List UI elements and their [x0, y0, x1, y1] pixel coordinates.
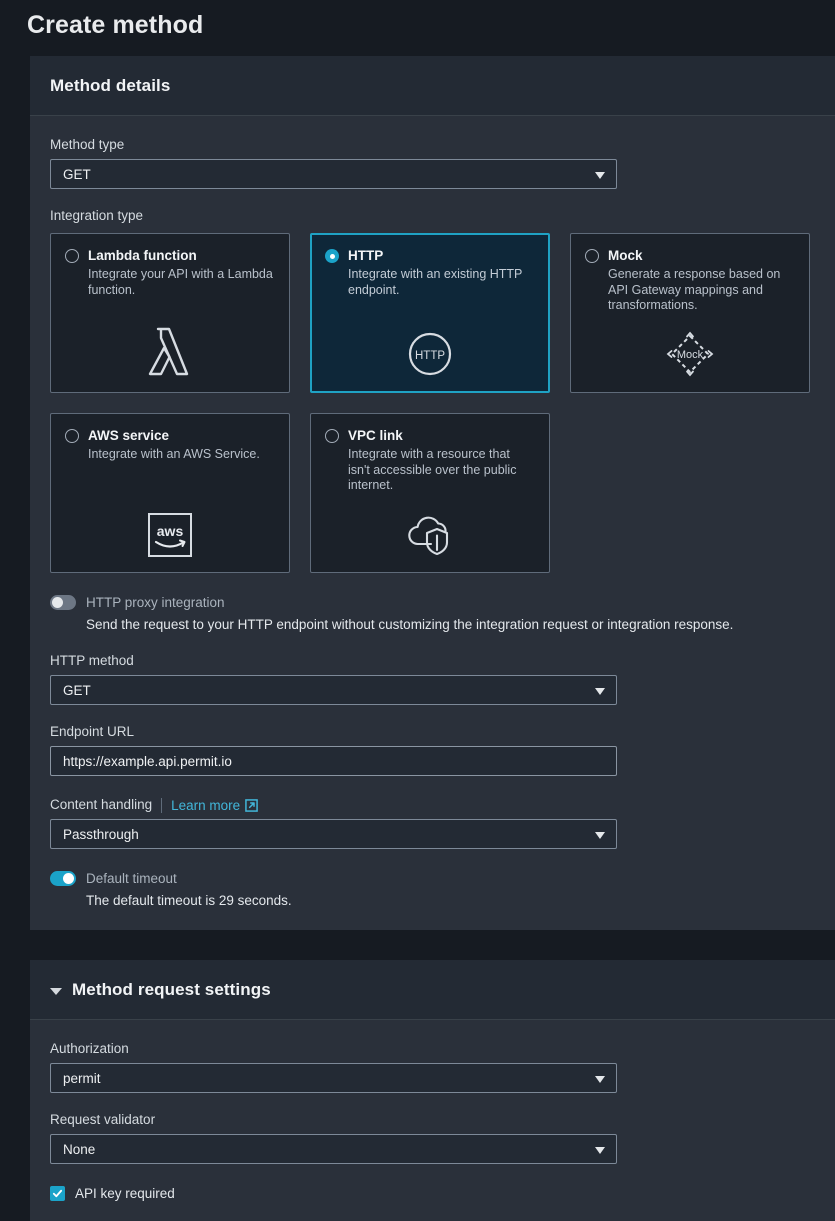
- endpoint-url-input[interactable]: https://example.api.permit.io: [50, 746, 617, 776]
- chevron-down-icon: [595, 172, 605, 179]
- http-method-value: GET: [63, 683, 91, 698]
- card-head: AWS service: [65, 427, 275, 444]
- aws-logo-icon: aws: [51, 504, 289, 558]
- request-validator-select[interactable]: None: [50, 1134, 617, 1164]
- radio-vpc-link[interactable]: [325, 429, 339, 443]
- api-key-required-label: API key required: [75, 1186, 175, 1201]
- page-title: Create method: [0, 0, 835, 42]
- http-proxy-integration-description: Send the request to your HTTP endpoint w…: [86, 616, 815, 634]
- endpoint-url-value: https://example.api.permit.io: [63, 754, 232, 769]
- divider: [161, 798, 162, 813]
- lambda-icon: [51, 324, 289, 378]
- radio-http[interactable]: [325, 249, 339, 263]
- integration-option-mock[interactable]: Mock Generate a response based on API Ga…: [570, 233, 810, 393]
- content-handling-label: Content handling: [50, 796, 152, 814]
- radio-lambda-function[interactable]: [65, 249, 79, 263]
- chevron-down-icon: [595, 1147, 605, 1154]
- http-method-select[interactable]: GET: [50, 675, 617, 705]
- default-timeout-label: Default timeout: [86, 871, 177, 886]
- card-description: Integrate with a resource that isn't acc…: [348, 447, 535, 494]
- api-key-required-checkbox[interactable]: [50, 1186, 65, 1201]
- authorization-value: permit: [63, 1071, 101, 1086]
- card-description: Integrate your API with a Lambda functio…: [88, 267, 275, 298]
- method-request-settings-title: Method request settings: [72, 980, 271, 1000]
- learn-more-label: Learn more: [171, 798, 240, 813]
- mock-icon-text: Mock: [677, 349, 704, 361]
- http-proxy-integration-toggle[interactable]: [50, 595, 76, 610]
- card-title: VPC link: [348, 427, 403, 444]
- http-method-label: HTTP method: [50, 652, 815, 670]
- integration-option-lambda-function[interactable]: Lambda function Integrate your API with …: [50, 233, 290, 393]
- card-description: Generate a response based on API Gateway…: [608, 267, 795, 314]
- card-description: Integrate with an existing HTTP endpoint…: [348, 267, 535, 298]
- card-title: Mock: [608, 247, 643, 264]
- card-title: Lambda function: [88, 247, 197, 264]
- method-details-header: Method details: [30, 56, 835, 116]
- http-proxy-integration-row[interactable]: HTTP proxy integration: [50, 595, 815, 610]
- method-type-value: GET: [63, 167, 91, 182]
- request-validator-label: Request validator: [50, 1111, 815, 1129]
- method-request-settings-body: Authorization permit Request validator N…: [30, 1020, 835, 1221]
- card-head: VPC link: [325, 427, 535, 444]
- content-handling-learn-more-link[interactable]: Learn more: [171, 798, 258, 813]
- endpoint-url-label: Endpoint URL: [50, 723, 815, 741]
- radio-mock[interactable]: [585, 249, 599, 263]
- card-head: Mock: [585, 247, 795, 264]
- card-head: Lambda function: [65, 247, 275, 264]
- integration-type-card-grid: Lambda function Integrate your API with …: [50, 233, 815, 573]
- http-circle-icon: HTTP: [312, 323, 548, 377]
- default-timeout-description: The default timeout is 29 seconds.: [86, 892, 815, 910]
- integration-option-vpc-link[interactable]: VPC link Integrate with a resource that …: [310, 413, 550, 573]
- toggle-knob: [63, 873, 74, 884]
- authorization-select[interactable]: permit: [50, 1063, 617, 1093]
- method-details-panel: Method details Method type GET Integrati…: [30, 56, 835, 930]
- method-request-settings-panel: Method request settings Authorization pe…: [30, 960, 835, 1221]
- card-head: HTTP: [325, 247, 535, 264]
- card-description: Integrate with an AWS Service.: [88, 447, 275, 463]
- http-icon-text: HTTP: [415, 350, 445, 362]
- request-validator-value: None: [63, 1142, 95, 1157]
- card-title: HTTP: [348, 247, 383, 264]
- chevron-down-icon: [595, 832, 605, 839]
- cloud-shield-icon: [311, 504, 549, 558]
- default-timeout-row[interactable]: Default timeout: [50, 871, 815, 886]
- http-proxy-integration-label: HTTP proxy integration: [86, 595, 225, 610]
- api-key-required-row[interactable]: API key required: [50, 1186, 815, 1201]
- chevron-down-icon: [595, 1076, 605, 1083]
- chevron-down-icon[interactable]: [50, 988, 62, 995]
- check-icon: [52, 1188, 63, 1199]
- default-timeout-toggle[interactable]: [50, 871, 76, 886]
- method-type-select[interactable]: GET: [50, 159, 617, 189]
- method-details-body: Method type GET Integration type Lambda …: [30, 116, 835, 930]
- radio-aws-service[interactable]: [65, 429, 79, 443]
- card-title: AWS service: [88, 427, 169, 444]
- authorization-label: Authorization: [50, 1040, 815, 1058]
- integration-option-http[interactable]: HTTP Integrate with an existing HTTP end…: [310, 233, 550, 393]
- content-handling-label-row: Content handling Learn more: [50, 796, 815, 814]
- external-link-icon: [245, 799, 258, 812]
- chevron-down-icon: [595, 688, 605, 695]
- toggle-knob: [52, 597, 63, 608]
- content-handling-select[interactable]: Passthrough: [50, 819, 617, 849]
- method-request-settings-header[interactable]: Method request settings: [30, 960, 835, 1020]
- mock-diamond-icon: Mock: [571, 324, 809, 378]
- aws-icon-text: aws: [157, 523, 184, 539]
- method-type-label: Method type: [50, 136, 815, 154]
- integration-option-aws-service[interactable]: AWS service Integrate with an AWS Servic…: [50, 413, 290, 573]
- integration-type-label: Integration type: [50, 207, 815, 225]
- content-handling-value: Passthrough: [63, 827, 139, 842]
- method-details-title: Method details: [50, 76, 170, 96]
